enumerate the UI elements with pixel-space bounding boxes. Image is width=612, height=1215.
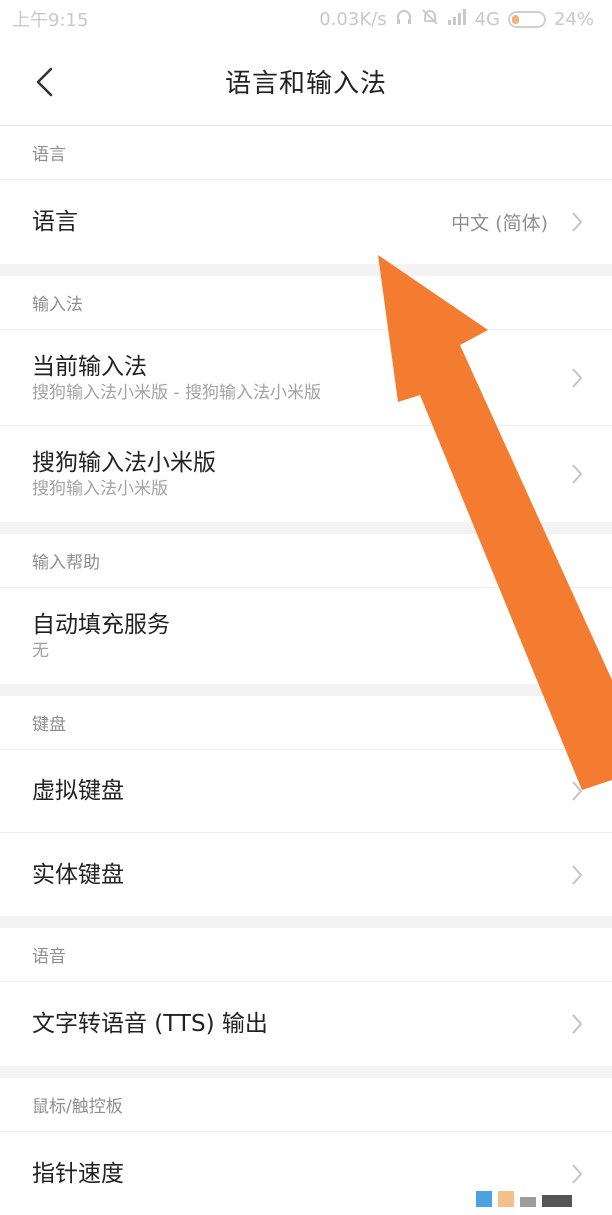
watermark-logo — [476, 1191, 572, 1207]
setting-row-autofill[interactable]: 自动填充服务 无 — [0, 588, 612, 684]
section-header: 语音 — [0, 928, 612, 982]
section-header: 输入帮助 — [0, 534, 612, 588]
setting-row-tts-output[interactable]: 文字转语音 (TTS) 输出 — [0, 982, 612, 1066]
section-divider — [0, 916, 612, 928]
chevron-right-icon — [572, 367, 583, 388]
network-type: 4G — [474, 8, 500, 30]
setting-row-sogou-input[interactable]: 搜狗输入法小米版 搜狗输入法小米版 — [0, 426, 612, 522]
chevron-right-icon — [572, 1164, 583, 1184]
chevron-right-icon — [572, 864, 583, 885]
status-icons: 0.03K/s 4G 24% — [319, 8, 594, 30]
mute-bell-icon — [421, 8, 439, 30]
section-header: 键盘 — [0, 696, 612, 750]
section-speech: 语音 文字转语音 (TTS) 输出 — [0, 928, 612, 1066]
headphones-icon — [395, 8, 413, 30]
setting-row-language[interactable]: 语言 中文 (简体) — [0, 180, 612, 264]
row-title: 文字转语音 (TTS) 输出 — [32, 1011, 268, 1037]
row-title: 实体键盘 — [32, 861, 124, 888]
signal-icon — [447, 8, 467, 30]
row-subtitle: 无 — [32, 641, 49, 661]
back-chevron-icon — [36, 67, 53, 97]
chevron-right-icon — [572, 464, 583, 484]
section-header: 输入法 — [0, 276, 612, 330]
section-input-method: 输入法 当前输入法 搜狗输入法小米版 - 搜狗输入法小米版 搜狗输入法小米版 搜… — [0, 276, 612, 522]
section-divider — [0, 1066, 612, 1078]
row-value: 中文 (简体) — [451, 212, 548, 235]
section-divider — [0, 684, 612, 696]
row-title: 自动填充服务 — [32, 612, 170, 638]
row-title: 当前输入法 — [32, 353, 147, 380]
battery-icon — [507, 10, 546, 28]
row-title: 搜狗输入法小米版 — [32, 450, 216, 476]
chevron-right-icon — [572, 781, 583, 801]
net-speed: 0.03K/s — [319, 8, 387, 30]
section-divider — [0, 522, 612, 534]
chevron-right-icon — [572, 1014, 583, 1034]
back-button[interactable] — [22, 60, 66, 104]
status-time: 上午9:15 — [12, 10, 89, 31]
setting-row-physical-keyboard[interactable]: 实体键盘 — [0, 833, 612, 916]
section-input-help: 输入帮助 自动填充服务 无 — [0, 534, 612, 684]
page-header: 语言和输入法 — [0, 38, 612, 126]
row-title: 指针速度 — [32, 1161, 124, 1187]
row-title: 语言 — [32, 209, 78, 235]
section-divider — [0, 264, 612, 276]
section-language: 语言 语言 中文 (简体) — [0, 126, 612, 264]
section-keyboard: 键盘 虚拟键盘 实体键盘 — [0, 696, 612, 916]
section-header: 鼠标/触控板 — [0, 1078, 612, 1132]
row-subtitle: 搜狗输入法小米版 - 搜狗输入法小米版 — [32, 382, 321, 403]
setting-row-current-input-method[interactable]: 当前输入法 搜狗输入法小米版 - 搜狗输入法小米版 — [0, 330, 612, 426]
page-title: 语言和输入法 — [224, 69, 387, 99]
row-subtitle: 搜狗输入法小米版 — [32, 479, 168, 499]
section-header: 语言 — [0, 126, 612, 180]
battery-percent: 24% — [553, 8, 594, 30]
status-bar: 上午9:15 0.03K/s 4G 24% — [0, 0, 612, 38]
chevron-right-icon — [572, 212, 583, 232]
setting-row-virtual-keyboard[interactable]: 虚拟键盘 — [0, 750, 612, 833]
row-title: 虚拟键盘 — [32, 778, 124, 804]
